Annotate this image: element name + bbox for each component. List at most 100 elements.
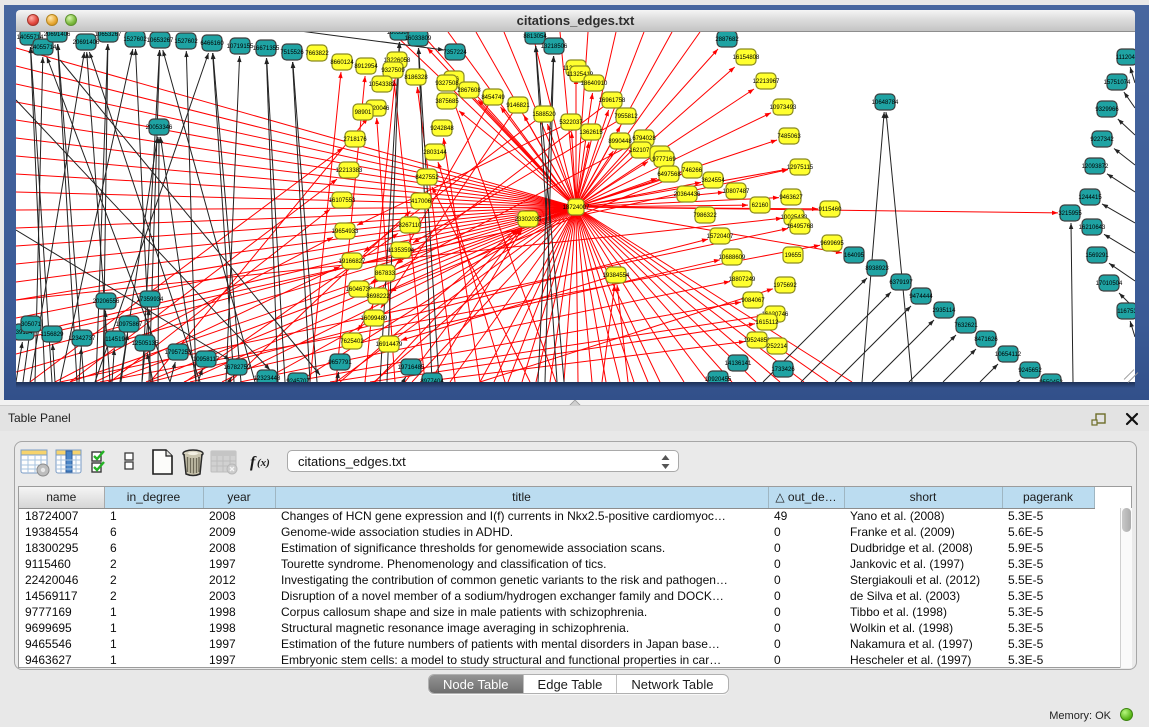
svg-text:9084067: 9084067 — [741, 298, 765, 304]
svg-text:14055714: 14055714 — [30, 45, 57, 51]
svg-text:17957253: 17957253 — [165, 350, 192, 356]
svg-text:10688609: 10688609 — [719, 255, 746, 261]
svg-text:10543382: 10543382 — [369, 82, 396, 88]
svg-text:16961758: 16961758 — [599, 98, 626, 104]
svg-text:10975867: 10975867 — [116, 322, 143, 328]
svg-text:2803144: 2803144 — [423, 150, 447, 156]
svg-text:20691406: 20691406 — [73, 40, 100, 46]
svg-text:114519: 114519 — [105, 337, 125, 343]
svg-text:7955812: 7955812 — [614, 114, 638, 120]
svg-text:1244415: 1244415 — [1078, 195, 1102, 201]
svg-text:9327509: 9327509 — [381, 68, 405, 74]
svg-text:20691406: 20691406 — [44, 32, 71, 38]
svg-text:15720407: 15720407 — [707, 234, 734, 240]
svg-text:16782759: 16782759 — [224, 365, 251, 371]
svg-text:8912954: 8912954 — [354, 64, 378, 70]
svg-text:8427552: 8427552 — [415, 175, 439, 181]
svg-text:16210643: 16210643 — [1079, 225, 1106, 231]
svg-text:12213967: 12213967 — [753, 79, 780, 85]
svg-text:1527602: 1527602 — [123, 37, 147, 43]
svg-text:20053346: 20053346 — [146, 125, 173, 131]
svg-text:9245652: 9245652 — [1018, 368, 1042, 374]
svg-text:12093872: 12093872 — [1082, 164, 1109, 170]
svg-text:12975115: 12975115 — [787, 165, 814, 171]
svg-text:9146821: 9146821 — [506, 103, 530, 109]
svg-text:13218506: 13218506 — [541, 44, 568, 50]
svg-text:7663822: 7663822 — [305, 51, 329, 57]
svg-text:5322037: 5322037 — [559, 120, 583, 126]
svg-text:10973493: 10973493 — [770, 105, 797, 111]
svg-text:164095: 164095 — [844, 253, 865, 259]
svg-text:1733426: 1733426 — [771, 367, 795, 373]
svg-text:7986322: 7986322 — [693, 213, 717, 219]
svg-text:2867608: 2867608 — [457, 88, 481, 94]
svg-text:1615112: 1615112 — [756, 320, 780, 326]
svg-text:9657791: 9657791 — [328, 360, 352, 366]
svg-text:10653267: 10653267 — [147, 38, 174, 44]
svg-text:6466160: 6466160 — [200, 41, 224, 47]
svg-text:11353594: 11353594 — [388, 248, 415, 254]
svg-text:417006: 417006 — [411, 199, 432, 205]
svg-text:8186328: 8186328 — [404, 75, 428, 81]
svg-text:1112045: 1112045 — [1116, 55, 1135, 61]
svg-text:1588520: 1588520 — [532, 112, 556, 118]
svg-text:16107553: 16107553 — [329, 198, 356, 204]
svg-text:867833: 867833 — [375, 271, 396, 277]
svg-text:116753: 116753 — [1117, 309, 1135, 315]
svg-text:9463627: 9463627 — [779, 195, 803, 201]
svg-text:12213383: 12213383 — [336, 168, 363, 174]
svg-text:10654112: 10654112 — [995, 352, 1022, 358]
svg-text:3215955: 3215955 — [1058, 211, 1082, 217]
svg-text:16033809: 16033809 — [405, 36, 432, 42]
svg-text:19384554: 19384554 — [603, 273, 630, 279]
svg-text:10648784: 10648784 — [872, 100, 899, 106]
svg-text:19716485: 19716485 — [398, 365, 425, 371]
svg-text:9227342: 9227342 — [1090, 137, 1114, 143]
svg-text:7485063: 7485063 — [777, 134, 801, 140]
svg-text:9115460: 9115460 — [819, 207, 843, 213]
svg-text:f: f — [250, 454, 257, 471]
svg-text:9327508: 9327508 — [435, 81, 459, 87]
svg-text:8990448: 8990448 — [608, 139, 632, 145]
svg-text:252214: 252214 — [767, 344, 788, 350]
svg-text:8454749: 8454749 — [481, 95, 505, 101]
svg-text:16495768: 16495768 — [787, 224, 814, 230]
svg-text:2935114: 2935114 — [933, 308, 957, 314]
svg-text:9242848: 9242848 — [430, 126, 454, 132]
svg-text:1527602: 1527602 — [174, 39, 198, 45]
svg-text:1156829: 1156829 — [41, 332, 65, 338]
svg-text:17010504: 17010504 — [1096, 281, 1123, 287]
svg-text:62160: 62160 — [752, 203, 769, 209]
svg-text:1362615: 1362615 — [579, 130, 603, 136]
svg-text:16099489: 16099489 — [361, 316, 388, 322]
svg-text:(x): (x) — [257, 457, 270, 469]
svg-text:1975692: 1975692 — [773, 283, 797, 289]
svg-text:16914479: 16914479 — [376, 342, 403, 348]
svg-text:7625402: 7625402 — [340, 339, 364, 345]
svg-text:18640910: 18640910 — [581, 81, 608, 87]
svg-text:9699695: 9699695 — [820, 241, 844, 247]
svg-text:6379197: 6379197 — [889, 280, 913, 286]
svg-text:305071: 305071 — [21, 322, 42, 328]
svg-text:18807249: 18807249 — [729, 277, 756, 283]
svg-text:3267110: 3267110 — [399, 223, 423, 229]
svg-text:20206556: 20206556 — [93, 299, 120, 305]
svg-text:10719155: 10719155 — [227, 44, 254, 50]
svg-text:98901: 98901 — [355, 110, 372, 116]
svg-text:746266: 746266 — [682, 168, 703, 174]
svg-text:15751074: 15751074 — [1104, 80, 1131, 86]
svg-text:9777169: 9777169 — [652, 157, 676, 163]
svg-text:12342737: 12342737 — [69, 336, 96, 342]
svg-text:7357224: 7357224 — [443, 50, 467, 56]
svg-text:3698222: 3698222 — [366, 294, 390, 300]
svg-text:10807487: 10807487 — [723, 189, 750, 195]
svg-text:17359934: 17359934 — [137, 297, 164, 303]
svg-text:7632621: 7632621 — [954, 323, 978, 329]
svg-text:8660124: 8660124 — [330, 60, 354, 66]
svg-text:18724007: 18724007 — [563, 205, 590, 211]
svg-text:1569291: 1569291 — [1085, 253, 1109, 259]
svg-text:6497568: 6497568 — [657, 172, 681, 178]
svg-text:6794028: 6794028 — [632, 136, 656, 142]
svg-text:19654933: 19654933 — [332, 229, 359, 235]
svg-text:20364436: 20364436 — [674, 192, 701, 198]
